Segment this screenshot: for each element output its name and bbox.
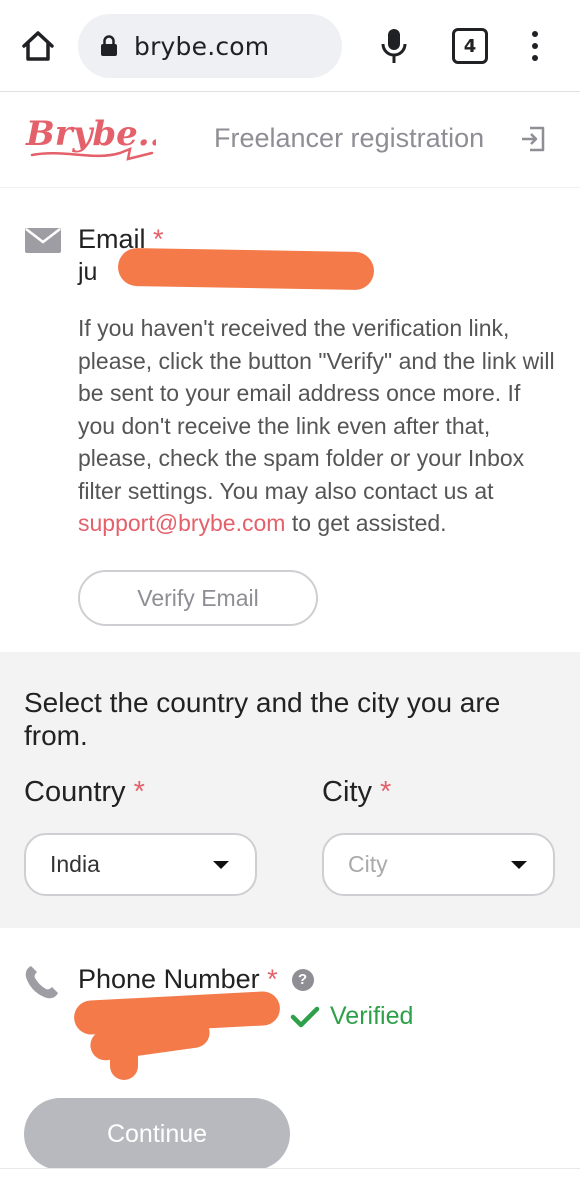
check-icon xyxy=(290,1006,320,1027)
location-section: Select the country and the city you are … xyxy=(0,652,580,928)
voice-search-button[interactable] xyxy=(374,26,414,66)
phone-section: Phone Number * ? + Verified Continue xyxy=(0,928,580,1200)
country-value: India xyxy=(50,851,100,877)
brybe-logo[interactable]: Brybe... xyxy=(24,109,173,172)
redaction-scribble xyxy=(110,1038,138,1080)
system-nav-bar xyxy=(0,1168,580,1200)
city-placeholder: City xyxy=(348,851,388,877)
phone-icon xyxy=(22,962,62,1007)
email-section: Email * ju If you haven't received the v… xyxy=(0,188,580,652)
exit-icon xyxy=(522,126,545,152)
lock-icon xyxy=(100,35,118,57)
site-header: Brybe... Freelancer registration xyxy=(0,93,580,187)
email-text: ju xyxy=(78,258,98,286)
country-select[interactable]: India xyxy=(24,833,257,896)
svg-text:Brybe...: Brybe... xyxy=(25,114,156,154)
address-bar[interactable]: brybe.com xyxy=(78,14,342,78)
country-label: Country * xyxy=(24,776,145,808)
support-email-link[interactable]: support@brybe.com xyxy=(78,510,285,536)
phone-label: Phone Number * ? xyxy=(78,964,314,995)
caret-down-icon xyxy=(511,861,527,869)
help-icon[interactable]: ? xyxy=(291,968,314,991)
verify-email-button[interactable]: Verify Email xyxy=(78,570,318,626)
more-vert-icon[interactable] xyxy=(520,26,550,66)
verification-info-text: If you haven't received the verification… xyxy=(78,315,555,536)
city-select[interactable]: City xyxy=(322,833,555,896)
caret-down-icon xyxy=(213,861,229,869)
logout-button[interactable] xyxy=(520,125,546,153)
mail-icon xyxy=(24,226,62,259)
location-heading: Select the country and the city you are … xyxy=(24,687,501,751)
tabs-button[interactable]: 4 xyxy=(452,28,488,64)
url-text: brybe.com xyxy=(134,31,270,61)
continue-button[interactable]: Continue xyxy=(24,1098,290,1170)
verified-status: Verified xyxy=(290,1002,413,1031)
email-value: ju xyxy=(78,247,378,294)
home-button[interactable] xyxy=(18,26,58,66)
city-label: City * xyxy=(322,776,392,808)
home-icon xyxy=(22,31,54,61)
mic-icon xyxy=(381,29,407,63)
browser-toolbar: brybe.com 4 xyxy=(0,0,580,92)
page-title: Freelancer registration xyxy=(214,123,485,153)
redaction-scribble xyxy=(117,247,375,291)
tab-count: 4 xyxy=(463,35,477,57)
